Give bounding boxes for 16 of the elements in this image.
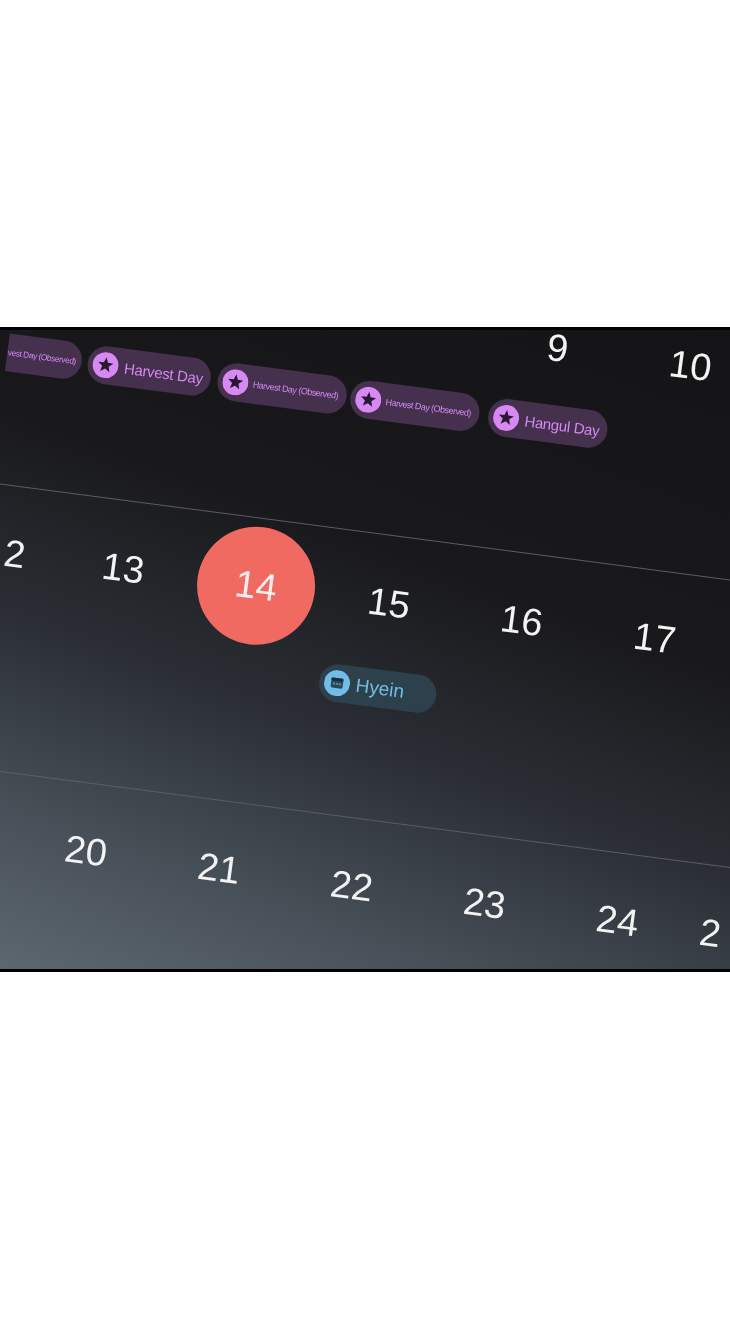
day-number[interactable]: 13 — [100, 550, 147, 586]
day-number[interactable]: 20 — [63, 833, 109, 869]
day-number[interactable]: 2 — [2, 537, 27, 571]
day-number[interactable]: 2 — [697, 916, 723, 950]
day-number[interactable]: 15 — [366, 585, 412, 621]
event-chip[interactable]: Harvest Day (Observed) — [215, 361, 349, 416]
day-number[interactable]: 22 — [328, 868, 375, 904]
day-number[interactable]: 9 — [545, 331, 571, 365]
calendar-icon — [322, 668, 352, 698]
event-chip[interactable]: Harvest Day (Observed) — [348, 378, 482, 434]
day-number[interactable]: 23 — [461, 885, 508, 921]
day-number[interactable]: 17 — [631, 620, 678, 656]
day-number[interactable]: 24 — [594, 903, 641, 939]
day-number[interactable]: 21 — [195, 850, 242, 886]
day-number[interactable]: 16 — [498, 603, 545, 639]
day-number[interactable]: 10 — [667, 347, 714, 384]
